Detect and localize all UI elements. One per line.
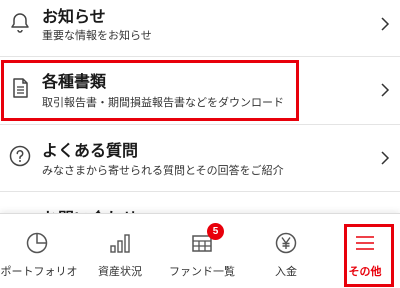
bottom-tab-bar: ポートフォリオ 資産状況 5 ファンド一覧 入金 その他 — [0, 213, 400, 288]
menu-item-title: よくある質問 — [42, 143, 139, 160]
pie-chart-icon — [26, 232, 48, 254]
chevron-right-icon — [381, 17, 390, 31]
yen-circle-icon — [275, 232, 297, 254]
tab-deposit[interactable]: 入金 — [250, 214, 322, 288]
bell-icon — [11, 13, 29, 33]
highlight-box-other-tab — [344, 224, 394, 287]
tab-label: 資産状況 — [98, 266, 142, 278]
notification-badge: 5 — [207, 223, 224, 240]
bar-chart-icon — [110, 234, 130, 253]
menu-item-subtitle: 重要な情報をお知らせ — [42, 30, 152, 42]
tab-assets[interactable]: 資産状況 — [80, 214, 160, 288]
menu-item-faq[interactable]: よくある質問 みなさまから寄せられる質問とその回答をご紹介 — [0, 125, 400, 191]
tab-label: ポートフォリオ — [0, 266, 78, 278]
tab-label: 入金 — [275, 266, 297, 278]
highlight-box-documents — [1, 60, 299, 121]
question-circle-icon — [9, 145, 31, 167]
chevron-right-icon — [381, 83, 390, 97]
tab-portfolio[interactable]: ポートフォリオ — [0, 214, 78, 288]
menu-item-title: お知らせ — [42, 9, 106, 26]
tab-label: ファンド一覧 — [169, 266, 235, 278]
chevron-right-icon — [381, 151, 390, 165]
menu-item-subtitle: みなさまから寄せられる質問とその回答をご紹介 — [42, 165, 284, 177]
tab-fund-list[interactable]: 5 ファンド一覧 — [160, 214, 244, 288]
menu-item-notifications[interactable]: お知らせ 重要な情報をお知らせ — [0, 0, 400, 56]
